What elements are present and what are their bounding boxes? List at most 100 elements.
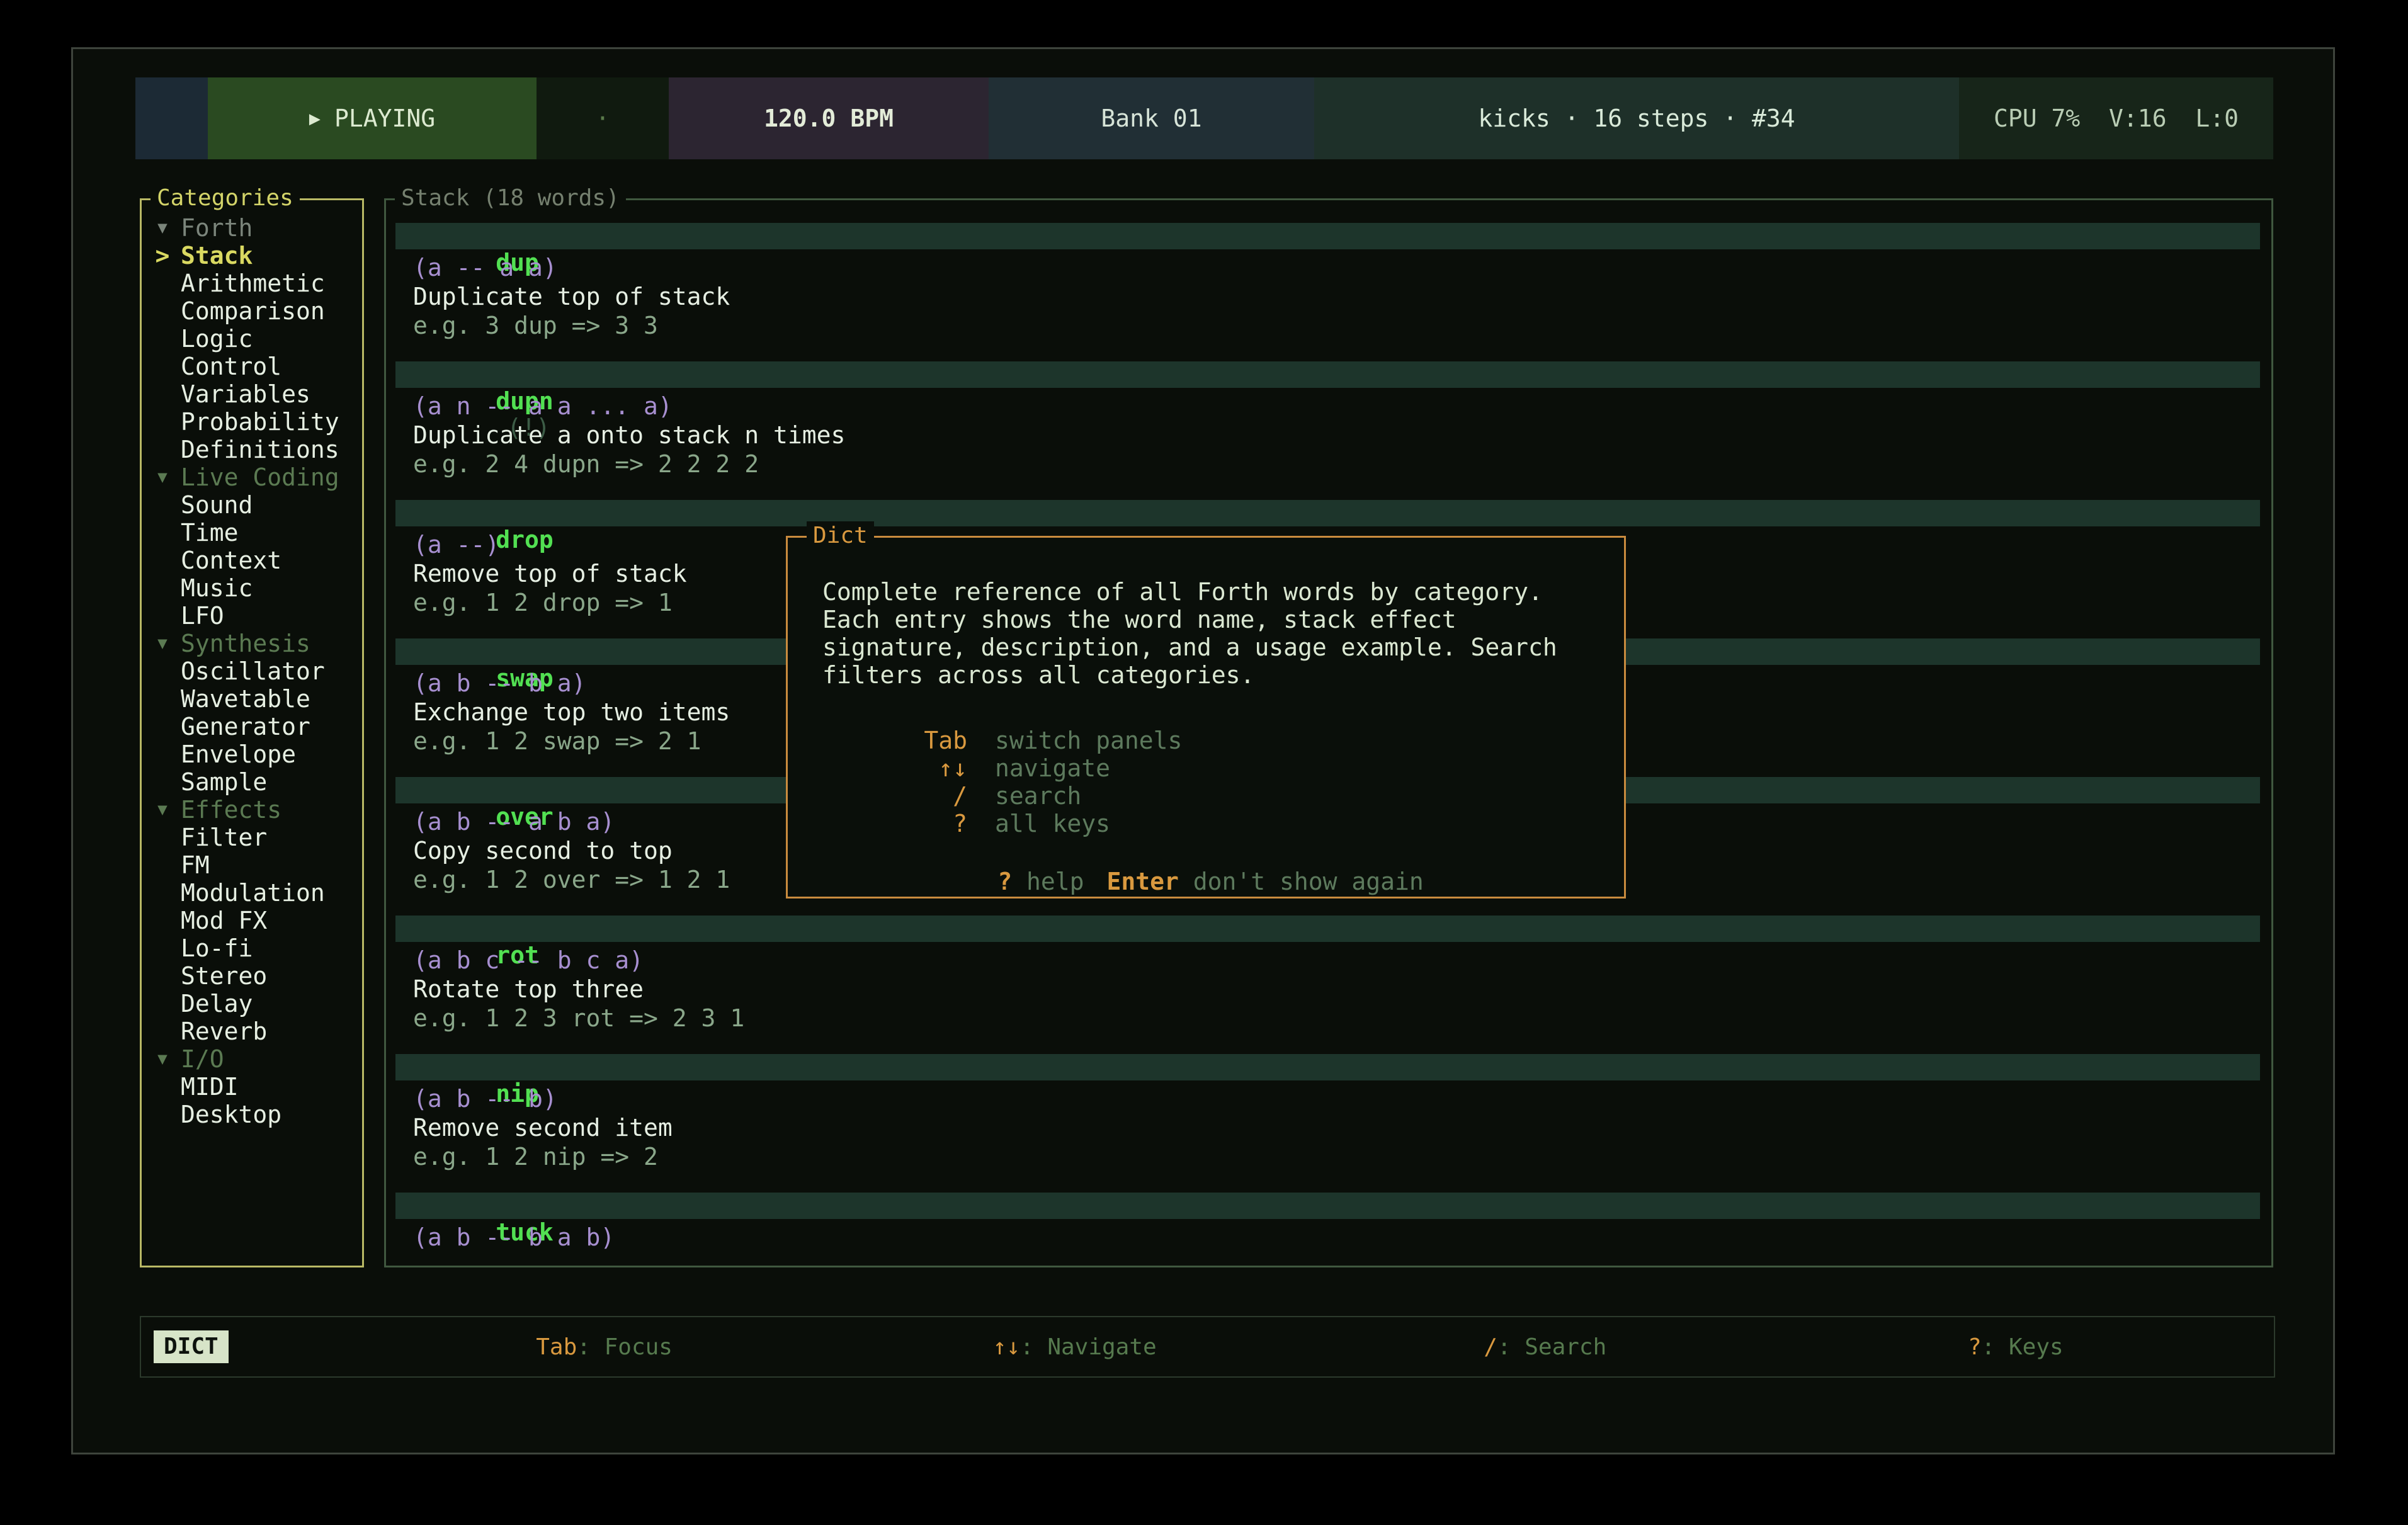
sidebar-category-item[interactable]: LFO xyxy=(144,602,360,630)
sidebar-category-item[interactable]: Variables xyxy=(144,380,360,408)
word-name: drop xyxy=(496,526,554,553)
word-entry-header[interactable]: drop xyxy=(395,500,2260,526)
tree-marker-icon xyxy=(144,353,181,380)
tree-marker-icon xyxy=(144,685,181,713)
sidebar-category-item[interactable]: Modulation xyxy=(144,879,360,907)
screen: ▶ PLAYING · 120.0 BPM Bank 01 kicks · 16… xyxy=(0,0,2408,1525)
sidebar-category-item[interactable]: ▼ I/O xyxy=(144,1045,360,1073)
status-hint-label: : Navigate xyxy=(1020,1334,1157,1360)
category-tree: ▼ Forth > Stack Arithmetic Comparison Lo… xyxy=(144,214,360,1262)
sidebar-category-item[interactable]: Oscillator xyxy=(144,657,360,685)
sidebar-category-item[interactable]: Logic xyxy=(144,325,360,353)
word-signature: (a -- a a) xyxy=(395,253,2260,282)
tree-marker-icon xyxy=(144,990,181,1018)
sidebar-item-label: FM xyxy=(181,851,210,879)
word-entry[interactable]: rot (a b c -- b c a) Rotate top three e.… xyxy=(395,916,2260,1033)
sidebar-category-item[interactable]: Delay xyxy=(144,990,360,1018)
tree-marker-icon xyxy=(144,408,181,436)
sidebar-item-label: Comparison xyxy=(181,297,325,325)
sidebar-item-label: Stereo xyxy=(181,962,267,990)
word-entry[interactable]: dupn (!) (a n -- a a ... a) Duplicate a … xyxy=(395,361,2260,479)
sidebar-category-item[interactable]: Definitions xyxy=(144,436,360,463)
tree-marker-icon xyxy=(144,269,181,297)
sidebar-item-label: Modulation xyxy=(181,879,325,907)
bpm-value: 120.0 BPM xyxy=(764,105,894,132)
sidebar-category-item[interactable]: Context xyxy=(144,547,360,574)
sidebar-item-label: Delay xyxy=(181,990,253,1018)
tree-marker-icon xyxy=(144,713,181,740)
sidebar-category-item[interactable]: Lo-fi xyxy=(144,934,360,962)
sidebar-item-label: Desktop xyxy=(181,1101,281,1128)
dialog-footer-pair: ? help xyxy=(997,868,1084,895)
sidebar-category-item[interactable]: Control xyxy=(144,353,360,380)
tree-marker-icon xyxy=(144,1018,181,1045)
sidebar-category-item[interactable]: Desktop xyxy=(144,1101,360,1128)
status-hint-label: : Keys xyxy=(1982,1334,2064,1360)
sidebar-category-item[interactable]: FM xyxy=(144,851,360,879)
word-entry-header[interactable]: dup xyxy=(395,223,2260,249)
sidebar-category-item[interactable]: Music xyxy=(144,574,360,602)
categories-panel: Categories ▼ Forth > Stack Arithmetic Co… xyxy=(140,198,364,1267)
word-signature: (a b -- b a b) xyxy=(395,1223,2260,1252)
word-entry-header[interactable]: dupn (!) xyxy=(395,361,2260,388)
sidebar-item-label: Effects xyxy=(181,796,281,824)
word-entry[interactable]: dup (a -- a a) Duplicate top of stack e.… xyxy=(395,223,2260,340)
word-entry-header[interactable]: tuck xyxy=(395,1193,2260,1219)
sidebar-item-label: Mod FX xyxy=(181,907,267,934)
sidebar-item-label: Definitions xyxy=(181,436,339,463)
stats-value: CPU 7% V:16 L:0 xyxy=(1994,105,2239,132)
word-entry[interactable]: nip (a b -- b) Remove second item e.g. 1… xyxy=(395,1054,2260,1171)
top-bar: ▶ PLAYING · 120.0 BPM Bank 01 kicks · 16… xyxy=(135,77,2273,159)
sidebar-category-item[interactable]: Probability xyxy=(144,408,360,436)
status-hint-key: / xyxy=(1484,1334,1497,1360)
status-hint-label: : Search xyxy=(1497,1334,1606,1360)
sidebar-category-item[interactable]: ▼ Forth xyxy=(144,214,360,242)
sidebar-category-item[interactable]: MIDI xyxy=(144,1073,360,1101)
word-list-panel-title: Stack (18 words) xyxy=(395,184,626,213)
sidebar-category-item[interactable]: Arithmetic xyxy=(144,269,360,297)
bpm-display: 120.0 BPM xyxy=(669,77,989,159)
sidebar-category-item[interactable]: Generator xyxy=(144,713,360,740)
sidebar-category-item[interactable]: Filter xyxy=(144,824,360,851)
sidebar-category-item[interactable]: Time xyxy=(144,519,360,547)
sidebar-category-item[interactable]: Comparison xyxy=(144,297,360,325)
collapse-triangle-icon: ▼ xyxy=(144,1045,181,1073)
sidebar-category-item[interactable]: ▼ Synthesis xyxy=(144,630,360,657)
dialog-shortcut-list: Tab switch panels ↑↓ navigate / search ?… xyxy=(822,727,1599,837)
tree-marker-icon xyxy=(144,768,181,796)
status-hint: ?: Keys xyxy=(1753,1308,2223,1386)
word-entry-header[interactable]: rot xyxy=(395,916,2260,942)
sidebar-category-item[interactable]: Stereo xyxy=(144,962,360,990)
sidebar-category-item[interactable]: > Stack xyxy=(144,242,360,269)
sidebar-category-item[interactable]: Sample xyxy=(144,768,360,796)
collapse-triangle-icon: ▼ xyxy=(144,463,181,491)
sidebar-category-item[interactable]: Envelope xyxy=(144,740,360,768)
sidebar-category-item[interactable]: Sound xyxy=(144,491,360,519)
sidebar-category-item[interactable]: ▼ Live Coding xyxy=(144,463,360,491)
sidebar-item-label: Logic xyxy=(181,325,253,353)
dialog-footer-hints: ? help Enter don't show again xyxy=(822,868,1599,895)
tree-marker-icon xyxy=(144,436,181,463)
dialog-footer-key: Enter xyxy=(1106,868,1178,895)
top-bar-lead-block xyxy=(135,77,208,159)
tree-marker-icon xyxy=(144,297,181,325)
dialog-shortcut-row: Tab switch panels xyxy=(822,727,1599,754)
transport-status[interactable]: ▶ PLAYING xyxy=(208,77,537,159)
sidebar-category-item[interactable]: ▼ Effects xyxy=(144,796,360,824)
word-entry-header[interactable]: nip xyxy=(395,1054,2260,1080)
status-hint-key: Tab xyxy=(536,1334,577,1360)
sidebar-category-item[interactable]: Reverb xyxy=(144,1018,360,1045)
dialog-footer-pair: Enter don't show again xyxy=(1106,868,1423,895)
tree-marker-icon xyxy=(144,1101,181,1128)
sidebar-category-item[interactable]: Mod FX xyxy=(144,907,360,934)
shortcut-key: Tab xyxy=(822,727,967,754)
dialog-paragraph-line: Each entry shows the word name, stack ef… xyxy=(822,606,1599,633)
sidebar-item-label: Time xyxy=(181,519,239,547)
tree-marker-icon xyxy=(144,934,181,962)
sidebar-category-item[interactable]: Wavetable xyxy=(144,685,360,713)
transport-label: PLAYING xyxy=(334,105,435,132)
tree-marker-icon xyxy=(144,851,181,879)
sidebar-item-label: Arithmetic xyxy=(181,269,325,297)
word-entry[interactable]: tuck (a b -- b a b) xyxy=(395,1193,2260,1252)
sidebar-item-label: Sample xyxy=(181,768,267,796)
